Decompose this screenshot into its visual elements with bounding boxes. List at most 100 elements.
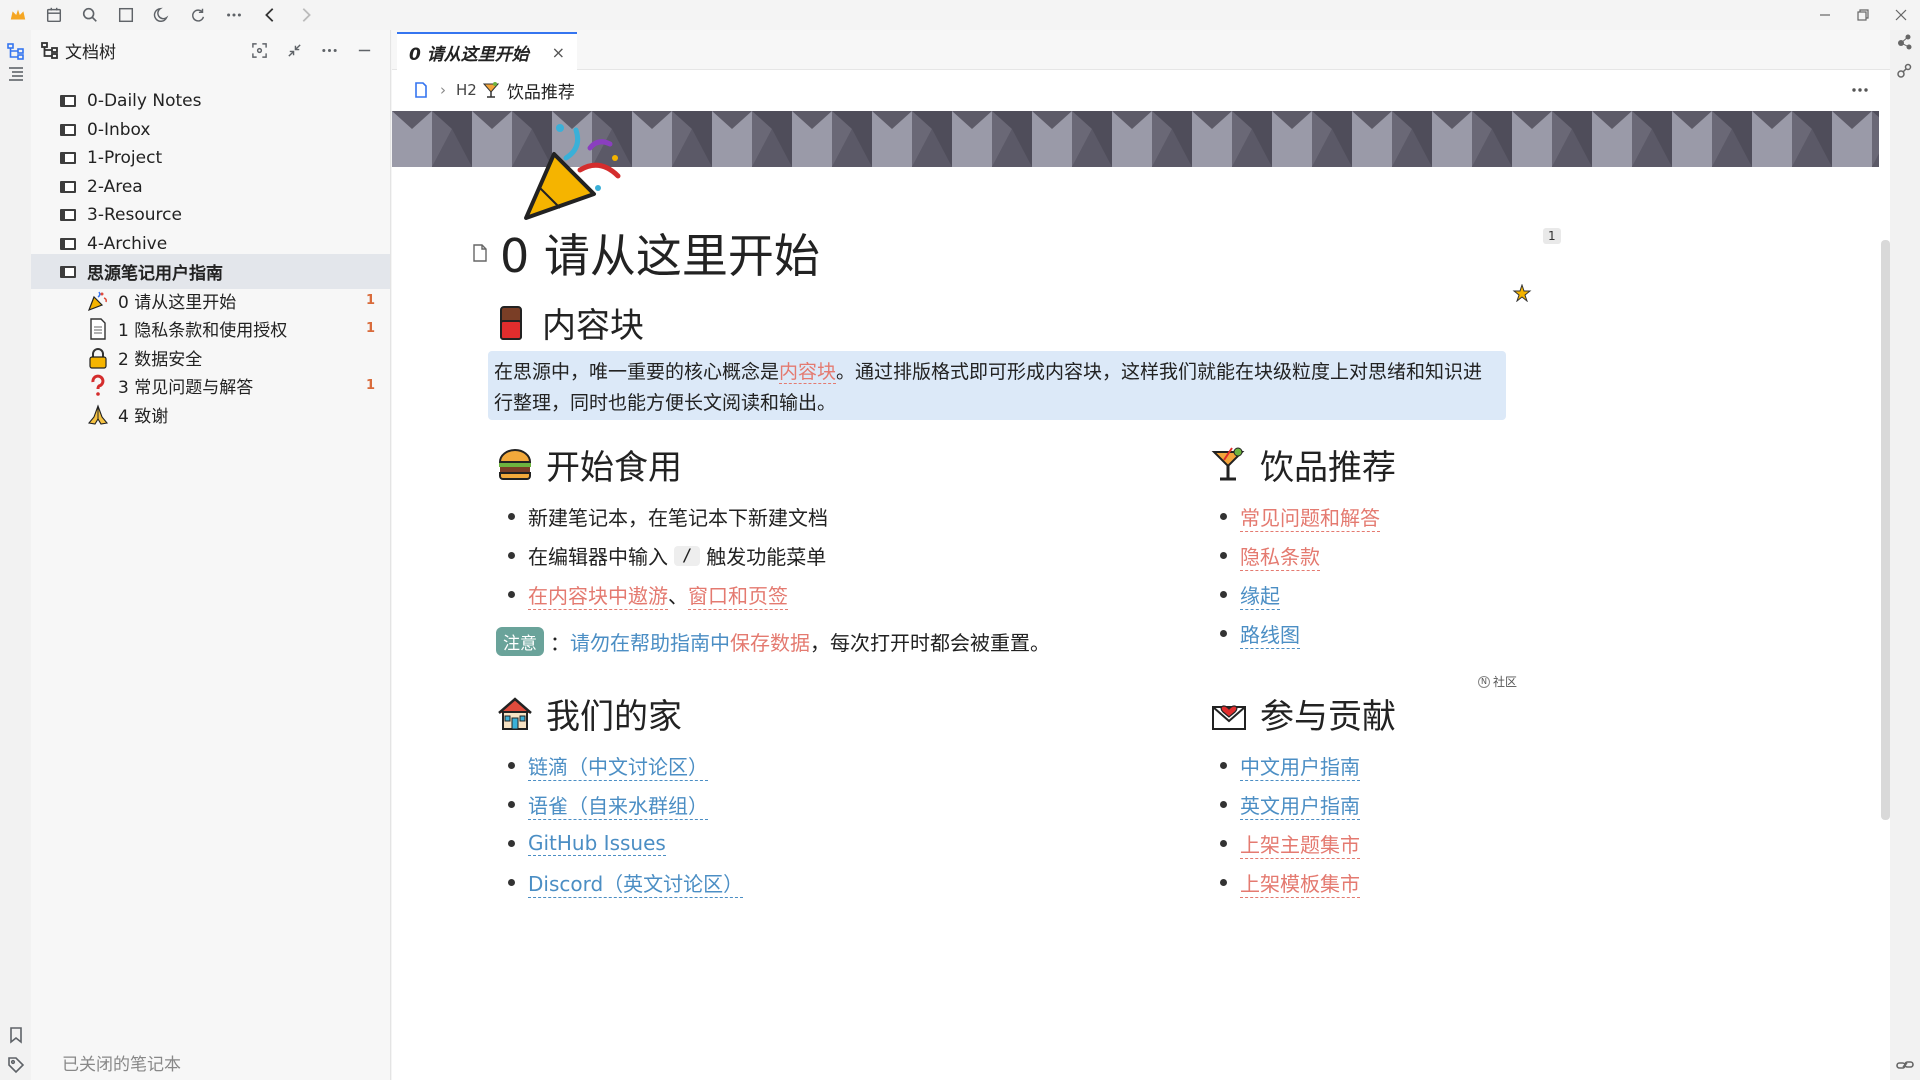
- restore-icon[interactable]: [1844, 0, 1882, 30]
- calendar-icon[interactable]: [36, 0, 72, 30]
- file-tree-panel: 文档树 0-Daily Notes 0-Inbox 1-Project 2-Ar…: [31, 30, 391, 1080]
- slash-key: /: [674, 545, 701, 566]
- scrollbar[interactable]: [1881, 240, 1890, 820]
- note-paragraph[interactable]: 注意 ： 请勿在帮助指南中 保存数据 ，每次打开时都会被重置。: [496, 627, 1050, 656]
- minimize-panel-icon[interactable]: [347, 35, 382, 65]
- list-item[interactable]: 隐私条款: [1214, 536, 1380, 575]
- tag-icon[interactable]: [7, 1056, 25, 1074]
- file-tree-header: 文档树: [31, 30, 390, 70]
- list-item[interactable]: 语雀（自来水群组）: [502, 785, 743, 824]
- focus-icon[interactable]: [242, 35, 277, 65]
- page-icon: [86, 317, 110, 341]
- reference-count-badge[interactable]: 1: [1543, 228, 1561, 244]
- theme-market-link[interactable]: 上架主题集市: [1240, 829, 1360, 859]
- notebook-icon: [59, 206, 77, 224]
- en-guide-link[interactable]: 英文用户指南: [1240, 790, 1360, 820]
- windows-tabs-link[interactable]: 窗口和页签: [688, 580, 788, 610]
- privacy-link[interactable]: 隐私条款: [1240, 541, 1320, 571]
- party-popper-icon: [86, 289, 110, 313]
- github-issues-link[interactable]: GitHub Issues: [528, 831, 666, 856]
- sync-icon[interactable]: [180, 0, 216, 30]
- crown-icon[interactable]: [0, 0, 36, 30]
- note-badge: 注意: [496, 627, 544, 656]
- discord-link[interactable]: Discord（英文讨论区）: [528, 868, 744, 898]
- heading-our-home[interactable]: 我们的家: [496, 689, 682, 738]
- ld246-link[interactable]: 链滴（中文讨论区）: [528, 751, 708, 781]
- lock-icon: [86, 346, 110, 370]
- search-icon[interactable]: [72, 0, 108, 30]
- close-window-icon[interactable]: [1882, 0, 1920, 30]
- zh-guide-link[interactable]: 中文用户指南: [1240, 751, 1360, 781]
- file-tree-title: 文档树: [65, 42, 116, 63]
- list-item[interactable]: 常见问题和解答: [1214, 497, 1380, 536]
- collapse-all-icon[interactable]: [277, 35, 312, 65]
- more-icon[interactable]: [312, 35, 347, 65]
- hamburger-icon: [496, 446, 534, 484]
- file-tree-icon[interactable]: [7, 42, 25, 60]
- house-icon: [496, 695, 534, 733]
- moon-icon[interactable]: [144, 0, 180, 30]
- document-title-row: 0 请从这里开始: [472, 220, 820, 286]
- list-item[interactable]: 新建笔记本，在笔记本下新建文档: [502, 497, 828, 536]
- yuque-link[interactable]: 语雀（自来水群组）: [528, 790, 708, 820]
- notebook-icon: [59, 178, 77, 196]
- heading-contribute[interactable]: 参与贡献: [1210, 689, 1396, 738]
- template-market-link[interactable]: 上架模板集市: [1240, 868, 1360, 898]
- more-icon[interactable]: [216, 0, 252, 30]
- love-letter-icon: [1210, 695, 1248, 733]
- content-block-link[interactable]: 内容块: [779, 361, 837, 384]
- home-list: 链滴（中文讨论区） 语雀（自来水群组） GitHub Issues Discor…: [502, 746, 744, 902]
- callout-block[interactable]: 在思源中，唯一重要的核心概念是内容块。通过排版格式即可形成内容块，这样我们就能在…: [488, 351, 1506, 420]
- list-item[interactable]: 上架模板集市: [1214, 863, 1360, 902]
- list-item[interactable]: 缘起: [1214, 575, 1380, 614]
- window-icon[interactable]: [108, 0, 144, 30]
- notebook-icon: [59, 263, 77, 281]
- list-item[interactable]: 链滴（中文讨论区）: [502, 746, 743, 785]
- document-title[interactable]: 0 请从这里开始: [500, 220, 820, 286]
- title-bar: [0, 0, 1920, 30]
- sparkle-icon: [1512, 284, 1532, 302]
- faq-link[interactable]: 常见问题和解答: [1240, 502, 1380, 532]
- party-popper-icon[interactable]: [520, 118, 630, 228]
- bookmark-icon[interactable]: [7, 1026, 25, 1044]
- drinks-list: 常见问题和解答 隐私条款 缘起 路线图: [1214, 497, 1380, 653]
- back-icon[interactable]: [252, 0, 288, 30]
- note-link[interactable]: 保存数据: [730, 627, 810, 656]
- list-item[interactable]: 英文用户指南: [1214, 785, 1360, 824]
- file-tree-icon: [41, 41, 59, 59]
- document-icon[interactable]: [472, 244, 488, 262]
- doc-item[interactable]: 4 致谢: [31, 397, 390, 432]
- note-link[interactable]: 请勿在帮助指南中: [570, 627, 730, 656]
- block-navigation-link[interactable]: 在内容块中遨游: [528, 580, 668, 610]
- list-item[interactable]: 上架主题集市: [1214, 824, 1360, 863]
- notebook-icon: [59, 235, 77, 253]
- heading-getting-started[interactable]: 开始食用: [496, 440, 682, 489]
- notebook-icon: [59, 121, 77, 139]
- origin-link[interactable]: 缘起: [1240, 580, 1280, 610]
- list-item[interactable]: 中文用户指南: [1214, 746, 1360, 785]
- tropical-drink-icon: [1210, 446, 1248, 484]
- list-item[interactable]: 在编辑器中输入 / 触发功能菜单: [502, 536, 828, 575]
- global-graph-icon[interactable]: [1896, 63, 1914, 81]
- contribute-list: 中文用户指南 英文用户指南 上架主题集市 上架模板集市: [1214, 746, 1360, 902]
- forward-icon[interactable]: [288, 0, 324, 30]
- right-dock: [1890, 30, 1920, 1080]
- document-content: 0 请从这里开始 1 内容块 在思源中，唯一重要的核心概念是内容块。通过排版格式…: [392, 30, 1890, 1080]
- list-item[interactable]: GitHub Issues: [502, 824, 743, 863]
- graph-icon[interactable]: [1896, 33, 1914, 51]
- minimize-icon[interactable]: [1806, 0, 1844, 30]
- getting-started-list: 新建笔记本，在笔记本下新建文档 在编辑器中输入 / 触发功能菜单 在内容块中遨游、窗…: [502, 497, 828, 614]
- heading-drinks[interactable]: 饮品推荐: [1210, 440, 1396, 489]
- list-item[interactable]: Discord（英文讨论区）: [502, 863, 744, 902]
- heading-content-block[interactable]: 内容块: [492, 298, 644, 347]
- list-item[interactable]: 路线图: [1214, 614, 1380, 653]
- closed-notebooks-label[interactable]: 已关闭的笔记本: [62, 1050, 181, 1075]
- n-circle-icon: N: [1478, 675, 1490, 688]
- community-label: N 社区: [1478, 673, 1517, 690]
- notebook-icon: [59, 149, 77, 167]
- outline-icon[interactable]: [7, 64, 25, 82]
- roadmap-link[interactable]: 路线图: [1240, 619, 1300, 649]
- link-icon[interactable]: [1896, 1056, 1914, 1074]
- folded-hands-icon: [86, 403, 110, 427]
- list-item[interactable]: 在内容块中遨游、窗口和页签: [502, 575, 828, 614]
